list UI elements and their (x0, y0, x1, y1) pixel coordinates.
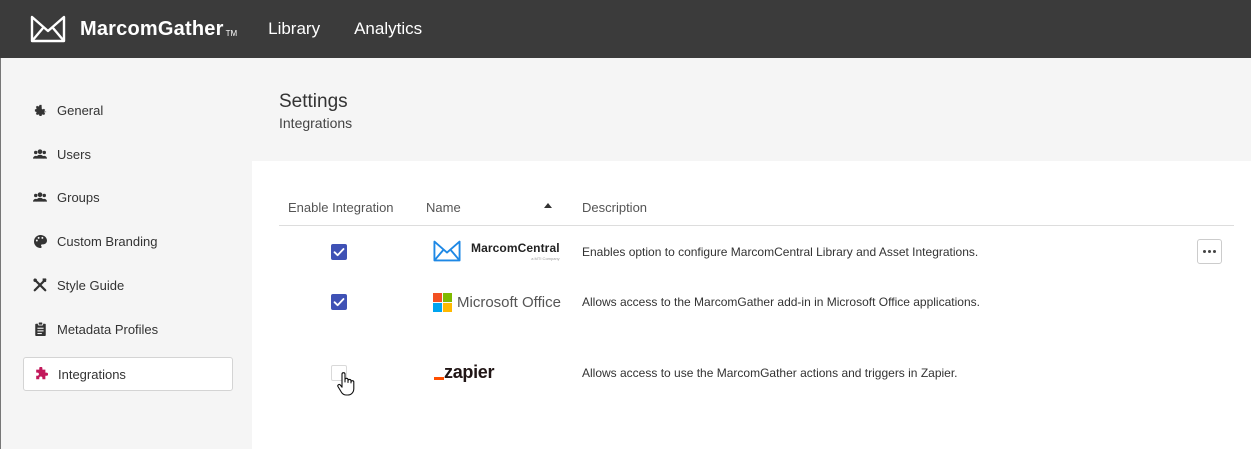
brand-logo[interactable]: MarcomGather TM (30, 15, 237, 43)
column-header-name[interactable]: Name (426, 200, 461, 215)
settings-sidebar: General Users Groups Custom Branding Sty… (0, 58, 252, 449)
sidebar-item-metadata-profiles[interactable]: Metadata Profiles (23, 312, 233, 346)
row-description: Allows access to use the MarcomGather ac… (582, 366, 958, 380)
row-description: Enables option to configure MarcomCentra… (582, 245, 979, 259)
top-navigation-bar: MarcomGather TM Library Analytics (0, 0, 1251, 58)
sidebar-item-integrations[interactable]: Integrations (23, 357, 233, 391)
brand-trademark: TM (225, 29, 238, 38)
zapier-logo-text: zapier (444, 362, 495, 382)
more-horizontal-icon (1203, 250, 1216, 253)
hand-cursor-icon (337, 372, 355, 396)
more-options-button[interactable] (1197, 239, 1222, 264)
groups-icon (33, 190, 47, 204)
nav-analytics[interactable]: Analytics (354, 19, 422, 39)
clipboard-icon (33, 322, 47, 336)
sidebar-item-users[interactable]: Users (23, 137, 233, 171)
table-header-divider (279, 225, 1234, 226)
marcomcentral-logo-text: MarcomCentral (471, 241, 560, 255)
page-subtitle: Integrations (279, 115, 353, 131)
gear-icon (33, 103, 47, 117)
marcomcentral-logo: MarcomCentral a MTI Company (431, 240, 560, 262)
microsoft-office-logo-text: Microsoft Office (457, 294, 561, 311)
zapier-underscore (434, 377, 444, 380)
marcomcentral-logo-icon (433, 240, 461, 262)
microsoft-office-logo: Microsoft Office (433, 293, 561, 312)
sidebar-item-label: Style Guide (57, 277, 125, 293)
sidebar-item-label: General (57, 102, 104, 118)
page-title: Settings (279, 91, 348, 112)
sidebar-item-general[interactable]: General (23, 93, 233, 127)
page-header: Settings Integrations (252, 58, 1251, 161)
users-icon (33, 147, 47, 161)
checkmark-icon (333, 248, 345, 257)
sidebar-item-label: Groups (57, 189, 100, 205)
enable-checkbox-marcomcentral[interactable] (331, 244, 347, 260)
sidebar-item-label: Metadata Profiles (57, 321, 159, 337)
checkmark-icon (333, 298, 345, 307)
sort-ascending-icon[interactable] (544, 203, 552, 208)
tools-icon (33, 278, 47, 292)
brand-name: MarcomGather (80, 17, 224, 40)
marcomgather-logo-icon (30, 15, 66, 43)
row-description: Allows access to the MarcomGather add-in… (582, 295, 980, 309)
sidebar-item-custom-branding[interactable]: Custom Branding (23, 224, 233, 258)
microsoft-logo-icon (433, 293, 452, 312)
sidebar-item-label: Users (57, 146, 91, 162)
column-header-description[interactable]: Description (582, 200, 647, 215)
sidebar-item-style-guide[interactable]: Style Guide (23, 268, 233, 302)
sidebar-item-groups[interactable]: Groups (23, 180, 233, 214)
marcomcentral-logo-subtext: a MTI Company (531, 256, 560, 261)
sidebar-item-label: Custom Branding (57, 233, 158, 249)
column-header-enable-integration[interactable]: Enable Integration (288, 200, 394, 215)
palette-icon (33, 234, 47, 248)
zapier-logo: zapier (434, 362, 495, 383)
enable-checkbox-microsoft-office[interactable] (331, 294, 347, 310)
nav-library[interactable]: Library (268, 19, 320, 39)
sidebar-item-label: Integrations (58, 366, 126, 382)
puzzle-icon (34, 367, 48, 381)
